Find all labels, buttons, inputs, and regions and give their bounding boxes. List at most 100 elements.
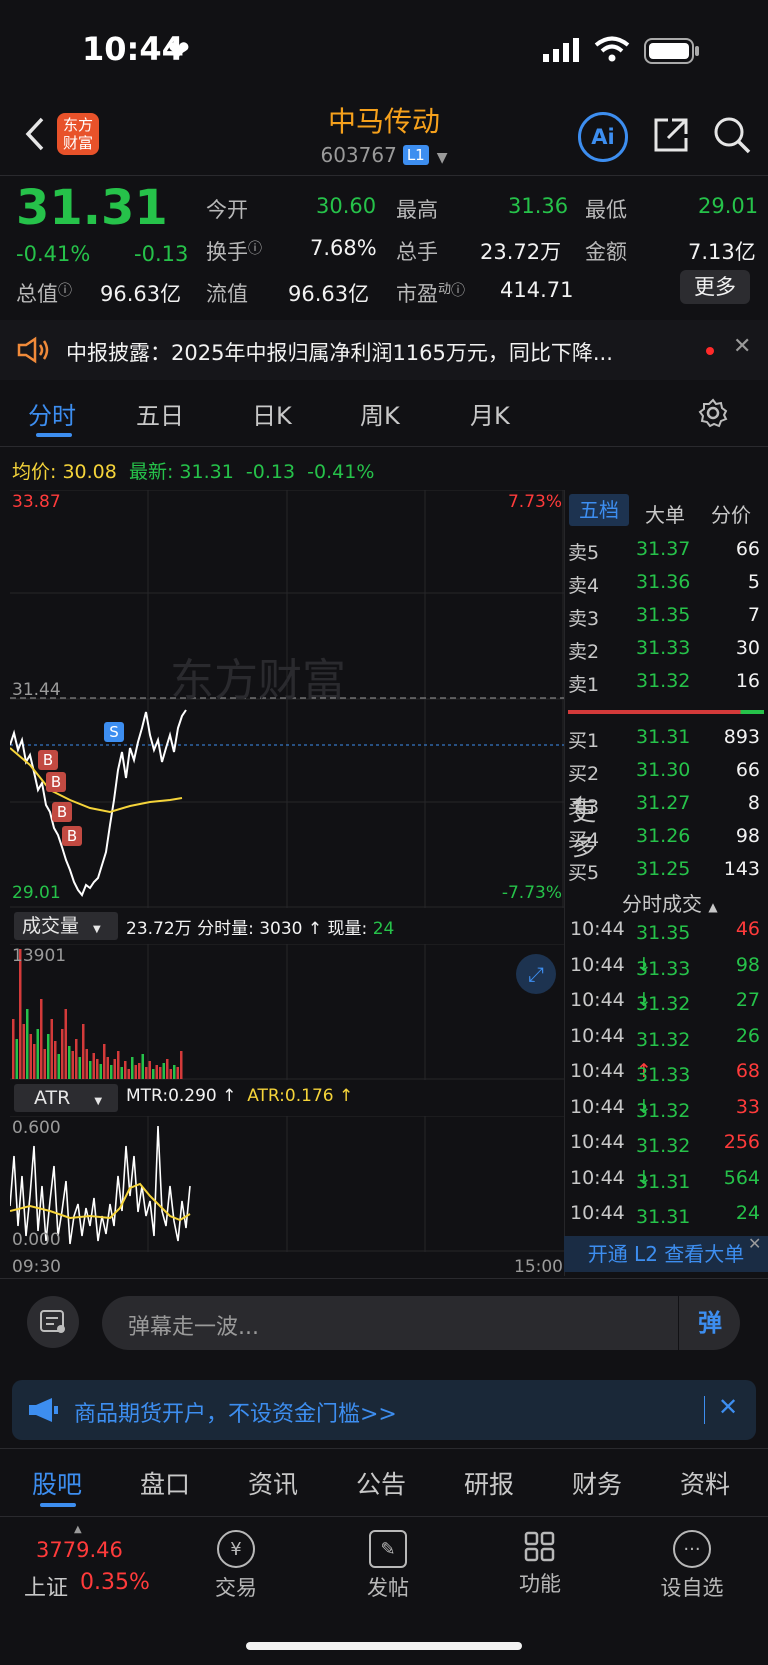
l2-banner[interactable]: 开通 L2 查看大单 bbox=[564, 1236, 768, 1272]
caret-down-icon: ▼ bbox=[94, 1096, 103, 1107]
tab-handicap[interactable]: 盘口 bbox=[140, 1465, 190, 1501]
bid-row[interactable]: 买3 31.27 8 bbox=[566, 788, 766, 821]
ask-row[interactable]: 卖3 31.35 7 bbox=[566, 600, 766, 633]
atr-min-label: 0.000 bbox=[12, 1230, 61, 1250]
tab-research[interactable]: 研报 bbox=[464, 1465, 514, 1501]
volume-bar bbox=[138, 1063, 141, 1079]
orderbook-tab-level5[interactable]: 五档 bbox=[569, 494, 629, 526]
danmaku-send-button[interactable]: 弹 bbox=[678, 1296, 741, 1350]
buy-marker[interactable]: B bbox=[52, 802, 72, 822]
tab-intraday[interactable]: 分时 bbox=[28, 396, 76, 431]
ask-row[interactable]: 卖5 31.37 66 bbox=[566, 534, 766, 567]
orderbook-tab-pricedist[interactable]: 分价 bbox=[711, 499, 751, 528]
y-bottom-pct: -7.73% bbox=[501, 883, 562, 903]
tab-five-day[interactable]: 五日 bbox=[136, 396, 184, 431]
ask-label: 卖2 bbox=[568, 641, 600, 663]
atr-max-label: 0.600 bbox=[12, 1118, 61, 1138]
close-icon[interactable]: ✕ bbox=[718, 1393, 738, 1421]
trade-volume: 24 bbox=[735, 1202, 760, 1224]
orderbook-tab-bigorders[interactable]: 大单 bbox=[645, 499, 685, 528]
signal-icon bbox=[543, 38, 583, 66]
volume-bar bbox=[36, 1029, 39, 1079]
share-icon[interactable] bbox=[652, 116, 690, 158]
tab-monthly-k[interactable]: 月K bbox=[470, 396, 510, 431]
danmaku-toggle-icon[interactable] bbox=[27, 1296, 79, 1348]
trade-time: 10:44 bbox=[570, 1024, 625, 1047]
trade-button[interactable]: ¥ 交易 bbox=[186, 1530, 286, 1602]
high-label: 最高 bbox=[396, 198, 438, 222]
volume-bar bbox=[33, 1044, 36, 1079]
search-icon[interactable] bbox=[712, 115, 752, 159]
bid-row[interactable]: 买1 31.31 893 bbox=[566, 722, 766, 755]
tab-profile[interactable]: 资料 bbox=[680, 1465, 730, 1501]
ask-row[interactable]: 卖2 31.33 30 bbox=[566, 633, 766, 666]
intraday-chart[interactable]: 东方财富 33.87 7.73% 31.44 29.01 -7.73% S B … bbox=[10, 490, 564, 908]
wifi-icon bbox=[594, 36, 630, 66]
open-value: 30.60 bbox=[316, 194, 377, 218]
bottom-tab-underline bbox=[40, 1503, 76, 1507]
info-icon: ⓘ bbox=[58, 283, 72, 299]
post-button[interactable]: ✎ 发帖 bbox=[338, 1530, 438, 1602]
bid-row[interactable]: 买4 31.26 98 bbox=[566, 821, 766, 854]
ask-price: 31.37 bbox=[636, 538, 691, 560]
volume-bar bbox=[155, 1065, 158, 1079]
functions-button[interactable]: 功能 bbox=[490, 1530, 590, 1598]
tab-daily-k[interactable]: 日K bbox=[252, 396, 292, 431]
bid-row[interactable]: 买5 31.25 143 bbox=[566, 854, 766, 887]
volume-bar bbox=[71, 1051, 74, 1079]
amount-value: 7.13亿 bbox=[688, 240, 756, 264]
bid-volume: 66 bbox=[735, 759, 760, 781]
amount-label: 金额 bbox=[585, 240, 627, 264]
bid-label: 买5 bbox=[568, 862, 600, 884]
tab-news[interactable]: 资讯 bbox=[248, 1465, 298, 1501]
trade-time: 10:44 bbox=[570, 1166, 625, 1189]
volume-bar bbox=[85, 1049, 88, 1079]
volume-selector[interactable]: 成交量 ▼ bbox=[14, 912, 118, 940]
danmaku-input[interactable]: 弹幕走一波... 弹 bbox=[102, 1296, 740, 1350]
volume-bar bbox=[113, 1059, 116, 1079]
info-icon: ⓘ bbox=[451, 283, 466, 299]
bid-row[interactable]: 买2 31.30 66 bbox=[566, 755, 766, 788]
pe-value: 414.71 bbox=[500, 278, 574, 302]
yen-icon: ¥ bbox=[217, 1530, 255, 1568]
buy-marker[interactable]: B bbox=[46, 772, 66, 792]
expand-icon[interactable]: ⤢ bbox=[516, 954, 556, 994]
volume-bar bbox=[120, 1067, 123, 1079]
add-watchlist-button[interactable]: ··· 设自选 bbox=[642, 1530, 742, 1602]
trades-title[interactable]: 分时成交 ▲ bbox=[622, 888, 718, 917]
close-icon[interactable]: ✕ bbox=[748, 1234, 761, 1253]
atr-selector[interactable]: ATR ▼ bbox=[14, 1084, 118, 1112]
index-widget[interactable]: ▲ 3779.46 上证 0.35% bbox=[24, 1524, 164, 1604]
tab-announcements[interactable]: 公告 bbox=[356, 1465, 406, 1501]
bid-volume: 143 bbox=[723, 858, 760, 880]
close-icon[interactable]: ✕ bbox=[733, 334, 751, 359]
tab-forum[interactable]: 股吧 bbox=[32, 1465, 82, 1501]
buy-marker[interactable]: B bbox=[62, 826, 82, 846]
ai-button[interactable]: Ai bbox=[578, 112, 628, 162]
bid-ask-ratio-bar bbox=[568, 710, 764, 714]
ask-volume: 66 bbox=[735, 538, 760, 560]
volume-info: 23.72万 分时量: 3030 ↑ 现量: 24 bbox=[126, 919, 395, 939]
ask-price: 31.32 bbox=[636, 670, 691, 692]
more-button[interactable]: 更多 bbox=[680, 270, 750, 304]
atr-chart[interactable]: 0.600 0.000 bbox=[10, 1116, 564, 1252]
bid-label: 买2 bbox=[568, 763, 600, 785]
volume-bar bbox=[99, 1064, 102, 1079]
settings-icon[interactable] bbox=[698, 398, 728, 432]
volume-chart[interactable]: 13901 ⤢ bbox=[10, 944, 564, 1080]
ask-row[interactable]: 卖4 31.36 5 bbox=[566, 567, 766, 600]
divider bbox=[0, 1448, 768, 1449]
trade-row: 10:44 31.32 26 bbox=[570, 1024, 760, 1051]
tab-weekly-k[interactable]: 周K bbox=[360, 396, 400, 431]
news-bar[interactable]: 中报披露：2025年中报归属净利润1165万元，同比下降... ✕ bbox=[0, 320, 768, 380]
trade-price: 31.31 ↓ bbox=[636, 1166, 691, 1193]
sell-marker[interactable]: S bbox=[104, 722, 124, 742]
ask-row[interactable]: 卖1 31.32 16 bbox=[566, 666, 766, 699]
volume-bar bbox=[78, 1057, 81, 1079]
ad-banner[interactable]: 商品期货开户，不设资金门槛>> ✕ bbox=[12, 1380, 756, 1440]
volume-bar bbox=[131, 1057, 134, 1079]
tab-finance[interactable]: 财务 bbox=[572, 1465, 622, 1501]
bid-price: 31.31 bbox=[636, 726, 691, 748]
buy-marker[interactable]: B bbox=[38, 750, 58, 770]
ask-price: 31.33 bbox=[636, 637, 691, 659]
